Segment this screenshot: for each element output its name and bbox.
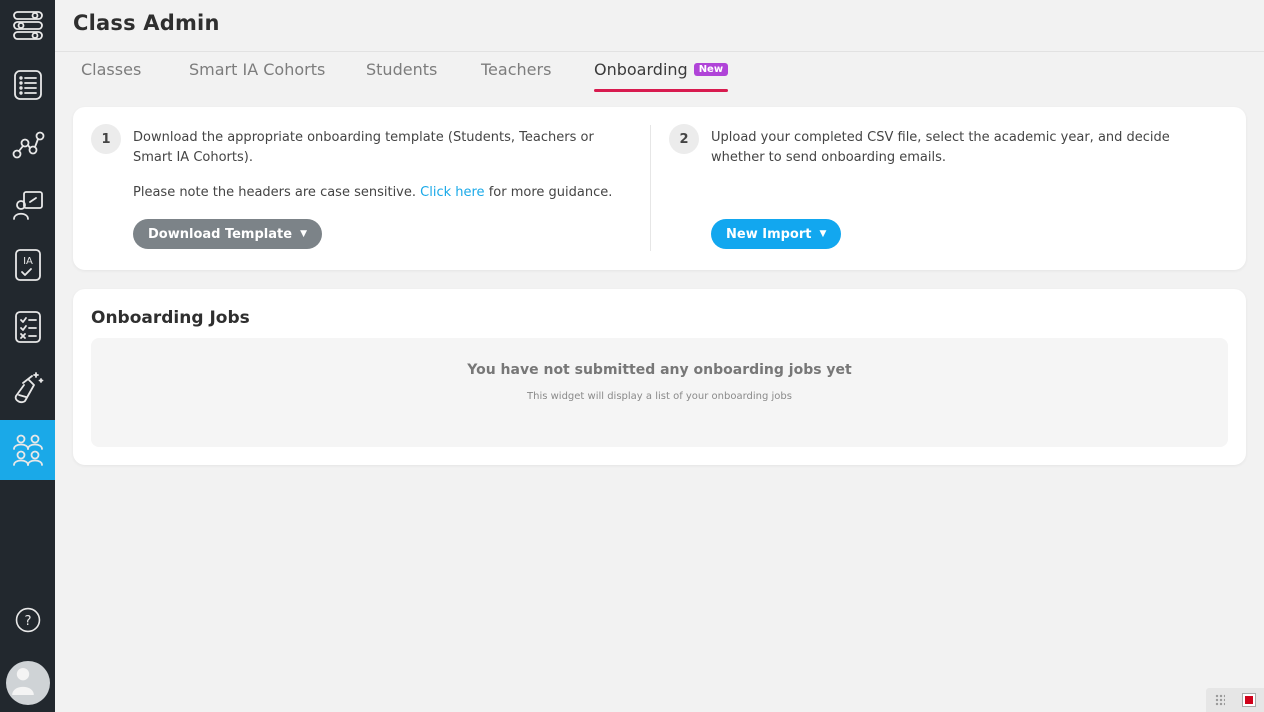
sidebar-item-checklist[interactable]	[0, 297, 55, 357]
new-badge: New	[693, 63, 729, 76]
users-icon	[12, 434, 43, 466]
help-button[interactable]: ?	[0, 593, 55, 647]
jobs-empty-state: You have not submitted any onboarding jo…	[91, 338, 1228, 447]
onboarding-steps-card: 1 Download the appropriate onboarding te…	[73, 107, 1246, 270]
note-prefix: Please note the headers are case sensiti…	[133, 185, 417, 200]
sidebar-item-lab[interactable]	[0, 358, 55, 418]
step-1-description: Download the appropriate onboarding temp…	[133, 130, 594, 165]
stop-record-button[interactable]	[1241, 693, 1256, 707]
steps-divider	[650, 125, 651, 251]
help-icon: ?	[15, 607, 40, 633]
ia-icon: IA	[14, 249, 41, 281]
tab-bar: Classes Smart IA Cohorts Students Teache…	[55, 52, 1264, 92]
onboarding-jobs-title: Onboarding Jobs	[91, 308, 250, 328]
sidebar-item-teaching[interactable]	[0, 175, 55, 235]
drag-handle-icon[interactable]	[1214, 694, 1225, 706]
sidebar-item-ia[interactable]: IA	[0, 235, 55, 295]
page-title: Class Admin	[73, 11, 220, 35]
flask-icon	[14, 372, 43, 404]
page-header: Class Admin	[55, 0, 1264, 52]
step-1-note: Please note the headers are case sensiti…	[133, 183, 633, 203]
tab-onboarding-label: Onboarding	[594, 60, 688, 79]
onboarding-jobs-card: Onboarding Jobs You have not submitted a…	[73, 289, 1246, 465]
app-root: IA ? Class Admin Classes Smart IA Cohort…	[0, 0, 1264, 712]
note-suffix: for more guidance.	[488, 185, 613, 200]
chevron-down-icon: ▼	[300, 229, 307, 239]
user-avatar-button[interactable]	[0, 657, 55, 709]
recorder-widget	[1206, 688, 1264, 712]
avatar	[5, 661, 50, 705]
help-glyph: ?	[24, 614, 31, 629]
sidebar-item-network[interactable]	[0, 115, 55, 175]
step-2-number: 2	[669, 124, 699, 154]
person-silhouette-icon	[11, 667, 34, 695]
sidebar: IA ?	[0, 0, 55, 712]
nodes-icon	[12, 131, 44, 159]
new-import-button[interactable]: New Import ▼	[711, 219, 842, 249]
tab-teachers[interactable]: Teachers	[481, 60, 551, 90]
tab-students[interactable]: Students	[366, 60, 437, 90]
step-2-description: Upload your completed CSV file, select t…	[711, 130, 1170, 165]
presenter-icon	[12, 191, 43, 220]
step-1-number: 1	[91, 124, 121, 154]
tab-smart-ia-cohorts[interactable]: Smart IA Cohorts	[189, 60, 325, 90]
download-template-button[interactable]: Download Template ▼	[133, 219, 322, 249]
empty-state-subtitle: This widget will display a list of your …	[527, 391, 792, 402]
stop-icon	[1244, 696, 1253, 704]
empty-state-title: You have not submitted any onboarding jo…	[467, 362, 852, 378]
list-icon	[13, 70, 42, 100]
download-template-label: Download Template	[148, 226, 293, 242]
sidebar-item-settings[interactable]	[0, 0, 55, 55]
sidebar-item-class-admin[interactable]	[0, 420, 55, 480]
ia-glyph: IA	[23, 256, 33, 267]
guidance-link[interactable]: Click here	[420, 185, 484, 200]
tab-classes[interactable]: Classes	[81, 60, 141, 90]
chevron-down-icon: ▼	[819, 229, 827, 239]
sliders-icon	[12, 11, 43, 40]
new-import-label: New Import	[726, 226, 812, 242]
tab-onboarding[interactable]: Onboarding New	[594, 60, 729, 92]
sidebar-item-list[interactable]	[0, 55, 55, 115]
checklist-icon	[14, 311, 41, 343]
